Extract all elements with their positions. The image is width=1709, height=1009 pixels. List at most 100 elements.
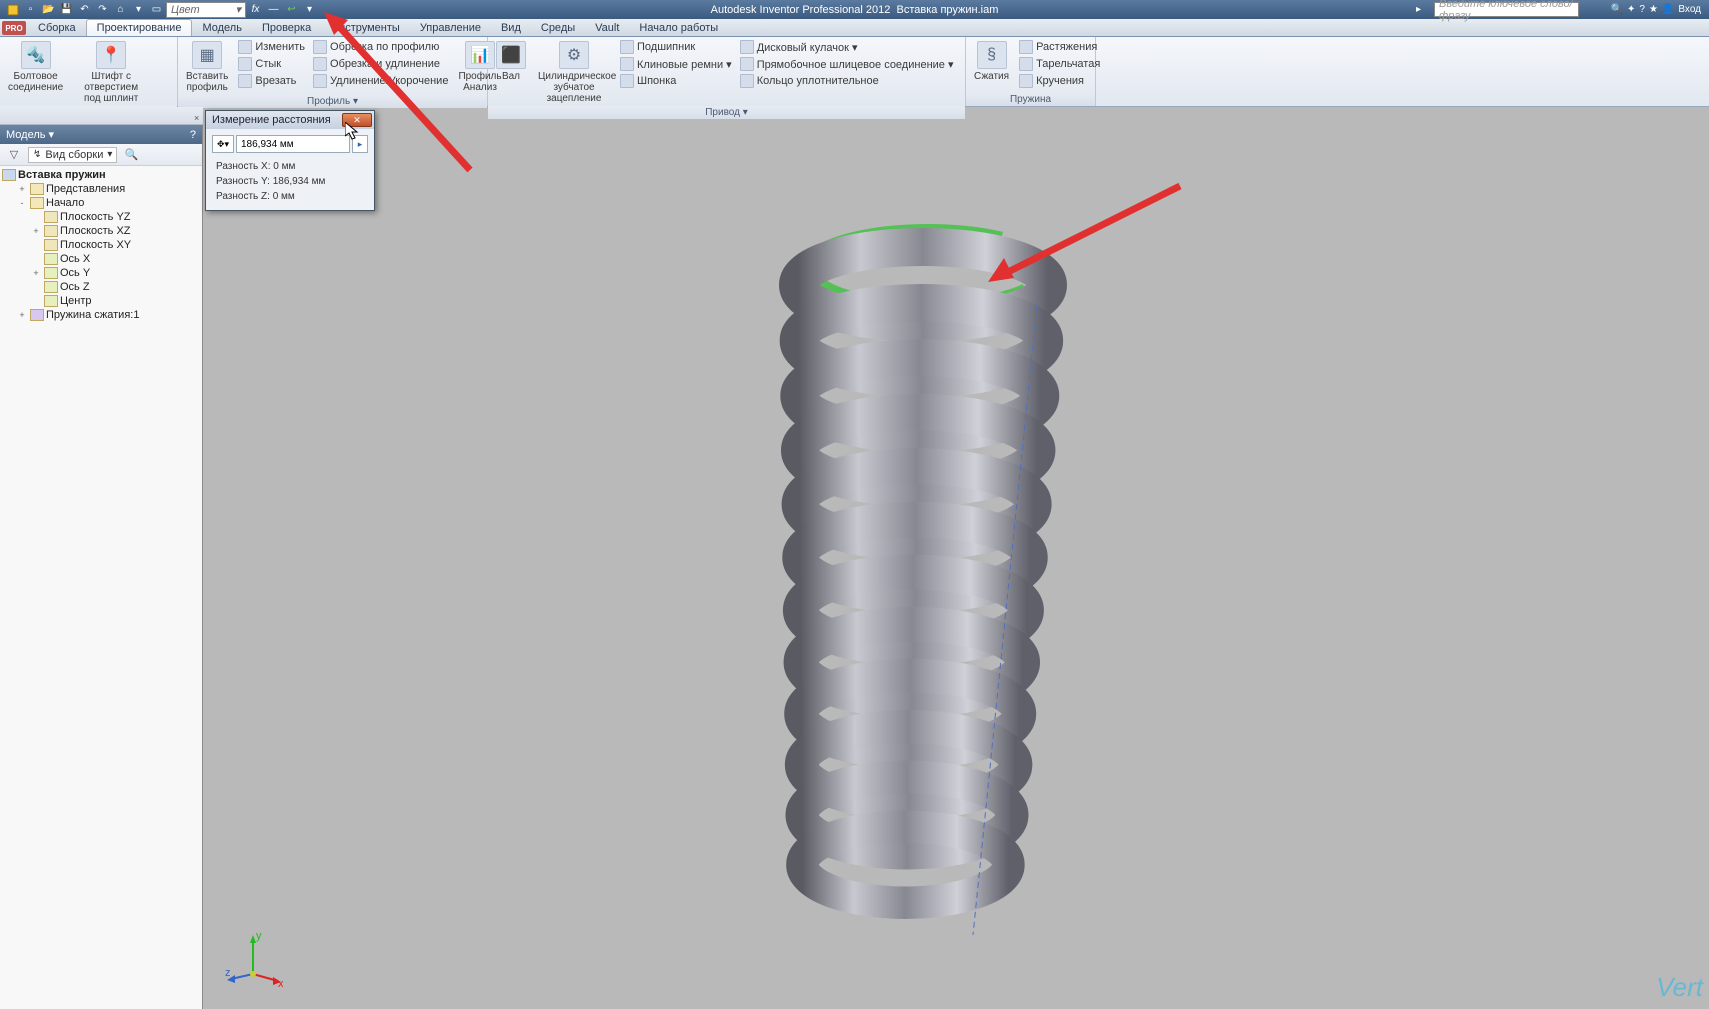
tree-node[interactable]: Центр — [2, 294, 200, 308]
qat-sep-icon[interactable]: — — [265, 1, 282, 18]
tree-node[interactable]: Плоскость XY — [2, 238, 200, 252]
lengthen-button[interactable]: Удлинение/Укорочение — [311, 73, 450, 89]
insert-frame-button[interactable]: ▦Вставить профиль — [182, 39, 232, 95]
panel-title-power[interactable]: Привод ▾ — [488, 106, 965, 119]
filter-icon[interactable]: ▽ — [6, 147, 22, 163]
qat-dropdown-icon[interactable]: ▾ — [301, 1, 318, 18]
tree-node[interactable]: +Плоскость XZ — [2, 224, 200, 238]
browser-close-icon[interactable]: × — [194, 113, 204, 123]
trim-to-frame-button[interactable]: Обрезка по профилю — [311, 39, 450, 55]
field-flyout-button[interactable]: ▸ — [352, 135, 368, 153]
disc-cam-button[interactable]: Дисковый кулачок ▾ — [738, 39, 956, 55]
tree-node[interactable]: +Представления — [2, 182, 200, 196]
vbelt-button[interactable]: Клиновые ремни ▾ — [618, 56, 734, 72]
bearing-button[interactable]: Подшипник — [618, 39, 734, 55]
browser-header[interactable]: Модель ▾ ? — [0, 125, 202, 144]
tors-icon — [1019, 74, 1033, 88]
qat-more-icon[interactable]: ▾ — [130, 1, 147, 18]
shaft-button[interactable]: ⬛Вал — [492, 39, 530, 84]
model-browser: Модель ▾ ? ▽ ↯ Вид сборки ▾ 🔍 Вставка пр… — [0, 125, 203, 1009]
distance-field[interactable]: 186,934 мм — [236, 135, 350, 153]
star-icon[interactable]: ★ — [1649, 4, 1658, 15]
spur-gear-button[interactable]: ⚙Цилиндрическое зубчатое зацепление — [534, 39, 614, 106]
tree-node[interactable]: -Начало — [2, 196, 200, 210]
panel-spring: §Сжатия Растяжения Тарельчатая Кручения … — [966, 37, 1096, 106]
change-button[interactable]: Изменить — [236, 39, 307, 55]
tree-node[interactable]: +Пружина сжатия:1 — [2, 308, 200, 322]
oring-icon — [740, 74, 754, 88]
extension-spring-button[interactable]: Растяжения — [1017, 39, 1102, 55]
notch-button[interactable]: Врезать — [236, 73, 307, 89]
save-icon[interactable]: 💾 — [58, 1, 75, 18]
tab-design[interactable]: Проектирование — [86, 19, 193, 36]
search-input[interactable]: Введите ключевое слово/фразу — [1434, 2, 1579, 17]
tab-manage[interactable]: Управление — [410, 20, 491, 36]
tab-environments[interactable]: Среды — [531, 20, 585, 36]
tab-inspect[interactable]: Проверка — [252, 20, 321, 36]
belleville-button[interactable]: Тарельчатая — [1017, 56, 1102, 72]
tree-node[interactable]: Плоскость YZ — [2, 210, 200, 224]
quick-access-toolbar: ▫ 📂 💾 ↶ ↷ ⌂ ▾ ▭ Цвет▾ fx — ↩ ▾ — [0, 1, 318, 18]
edit-icon — [238, 40, 252, 54]
tab-vault[interactable]: Vault — [585, 20, 629, 36]
notch-icon — [238, 74, 252, 88]
search-go-icon[interactable]: 🔍 — [1611, 4, 1623, 15]
trim-extend-button[interactable]: Обрезка и удлинение — [311, 56, 450, 72]
plane-icon — [44, 225, 58, 237]
spline-button[interactable]: Прямобочное шлицевое соединение ▾ — [738, 56, 956, 72]
dialog-title: Измерение расстояния — [212, 114, 331, 126]
open-icon[interactable]: 📂 — [40, 1, 57, 18]
tree-node[interactable]: Ось Z — [2, 280, 200, 294]
compression-spring-button[interactable]: §Сжатия — [970, 39, 1013, 84]
watermark: Vert — [1656, 972, 1703, 1003]
redo-icon[interactable]: ↷ — [94, 1, 111, 18]
find-icon[interactable]: 🔍 — [123, 147, 139, 163]
dialog-close-button[interactable]: ✕ — [342, 113, 372, 127]
pro-badge: PRO — [2, 21, 26, 35]
miter-button[interactable]: Стык — [236, 56, 307, 72]
folder-icon — [30, 197, 44, 209]
panel-title-frame[interactable]: Профиль ▾ — [178, 95, 487, 108]
tab-getstarted[interactable]: Начало работы — [629, 20, 728, 36]
bolt-connection-button[interactable]: 🔩Болтовое соединение — [4, 39, 67, 95]
tree-node[interactable]: Ось X — [2, 252, 200, 266]
fx-icon[interactable]: fx — [247, 1, 264, 18]
tree-node[interactable]: +Ось Y — [2, 266, 200, 280]
title-expand-icon[interactable]: ▸ — [1410, 1, 1427, 18]
ribbon-tabs: Сборка Проектирование Модель Проверка Ин… — [0, 19, 1709, 37]
login-button[interactable]: Вход — [1678, 4, 1701, 15]
tab-tools[interactable]: Инструменты — [321, 20, 410, 36]
tree-root[interactable]: Вставка пружин — [2, 168, 200, 182]
pick-mode-button[interactable]: ✥▾ — [212, 135, 234, 153]
select-icon[interactable]: ▭ — [148, 1, 165, 18]
delta-x: Разность X: 0 мм — [212, 159, 368, 174]
tab-view[interactable]: Вид — [491, 20, 531, 36]
view-mode-combo[interactable]: ↯ Вид сборки ▾ — [28, 147, 117, 163]
axis-icon — [44, 267, 58, 279]
undo-icon[interactable]: ↶ — [76, 1, 93, 18]
ext-icon — [1019, 40, 1033, 54]
pin-button[interactable]: 📍Штифт с отверстием под шплинт — [71, 39, 151, 106]
tab-assembly[interactable]: Сборка — [28, 20, 86, 36]
pin-icon: 📍 — [96, 41, 126, 69]
app-menu-icon[interactable] — [4, 1, 21, 18]
home-icon[interactable]: ⌂ — [112, 1, 129, 18]
key-button[interactable]: Шпонка — [618, 73, 734, 89]
panel-title-spring: Пружина — [966, 93, 1095, 106]
user-icon[interactable]: 👤 — [1662, 4, 1674, 15]
oring-button[interactable]: Кольцо уплотнительное — [738, 73, 956, 89]
color-combo[interactable]: Цвет▾ — [166, 2, 246, 18]
viewport[interactable]: y x z Vert — [203, 125, 1709, 1009]
shaft-icon: ⬛ — [496, 41, 526, 69]
browser-strip — [0, 107, 203, 125]
torsion-spring-button[interactable]: Кручения — [1017, 73, 1102, 89]
key-icon — [620, 74, 634, 88]
tab-model[interactable]: Модель — [192, 20, 251, 36]
return-icon[interactable]: ↩ — [283, 1, 300, 18]
browser-help-icon[interactable]: ? — [190, 129, 196, 141]
belt-icon — [620, 57, 634, 71]
comm-icon[interactable]: ✦ — [1627, 4, 1635, 15]
new-icon[interactable]: ▫ — [22, 1, 39, 18]
dialog-titlebar[interactable]: Измерение расстояния ✕ — [206, 111, 374, 129]
help-icon[interactable]: ? — [1639, 4, 1645, 15]
